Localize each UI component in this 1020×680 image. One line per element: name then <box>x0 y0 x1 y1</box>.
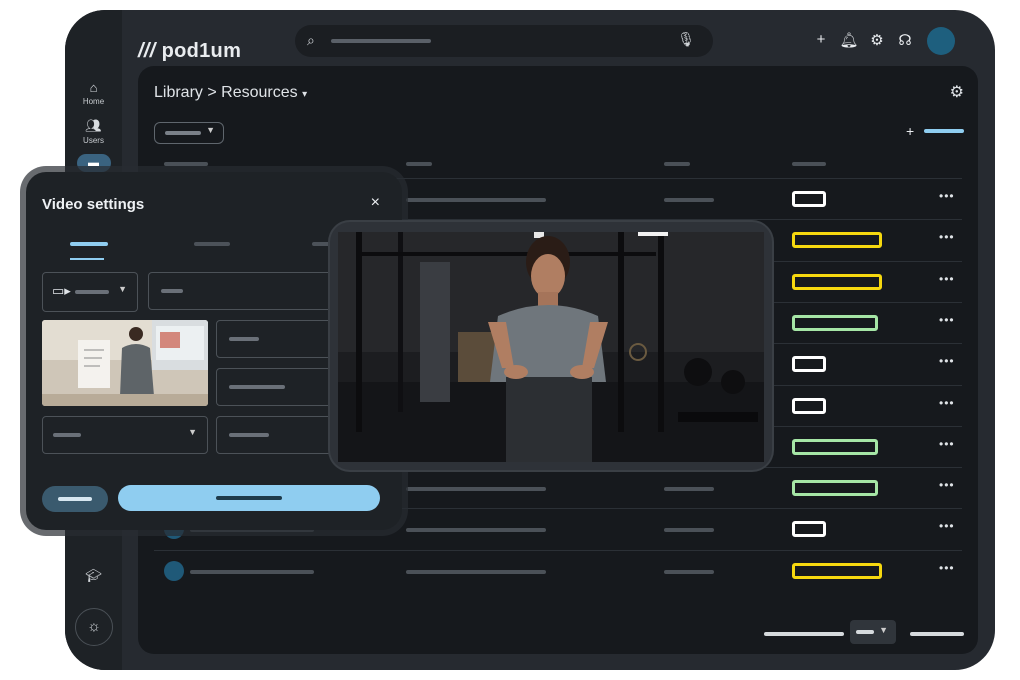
video-frame-image <box>338 232 764 462</box>
rows-per-page-value <box>856 630 874 634</box>
status-badge <box>792 314 878 331</box>
add-icon[interactable]: + <box>811 31 831 48</box>
chevron-down-icon: ▼ <box>188 427 197 437</box>
filter-dropdown[interactable]: ▼ <box>154 122 224 144</box>
cell-meta <box>664 569 714 574</box>
breadcrumb[interactable]: Library > Resources ▾ <box>154 84 307 102</box>
folder-icon: ▬ <box>76 154 111 172</box>
status-badge <box>792 232 882 249</box>
home-icon: ⌂ <box>89 80 98 95</box>
column-header[interactable] <box>164 162 208 166</box>
more-options-icon[interactable]: ••• <box>939 396 955 410</box>
row-avatar <box>164 560 184 581</box>
cancel-button[interactable] <box>42 486 108 512</box>
video-preview[interactable] <box>330 222 772 470</box>
status-badge <box>792 562 882 579</box>
sidebar-item-label: Users <box>83 136 104 145</box>
more-options-icon[interactable]: ••• <box>939 313 955 327</box>
status-badge <box>792 480 878 497</box>
gear-icon[interactable]: ⚙ <box>867 31 887 49</box>
cell-name <box>190 569 314 574</box>
breadcrumb-separator: > <box>207 84 217 101</box>
sidebar-item-users[interactable]: 👥︎ Users <box>65 118 122 145</box>
option-value <box>53 433 81 437</box>
rows-per-page-dropdown[interactable]: ▼ <box>850 620 896 644</box>
tab-2[interactable] <box>194 242 230 246</box>
bell-icon[interactable]: 🔔︎ <box>839 31 859 49</box>
pagination-info <box>764 632 844 636</box>
more-options-icon[interactable]: ••• <box>939 354 955 368</box>
close-icon[interactable]: × <box>371 194 380 212</box>
breadcrumb-current[interactable]: Resources <box>221 84 297 101</box>
camera-value <box>75 290 109 294</box>
cancel-button-label <box>58 497 92 501</box>
logo: /// pod1um <box>138 40 241 63</box>
search-bar[interactable]: ⌕ 🎙︎ <box>295 25 713 57</box>
status-badge <box>792 356 826 373</box>
avatar[interactable] <box>927 27 955 55</box>
cell-meta <box>664 487 714 492</box>
headset-icon[interactable]: ☊ <box>895 31 915 49</box>
option-dropdown[interactable]: ▼ <box>42 416 208 454</box>
input-value <box>229 433 269 437</box>
save-button-label <box>216 496 282 500</box>
dialog-title: Video settings <box>42 196 145 213</box>
more-options-icon[interactable]: ••• <box>939 519 955 533</box>
thumbnail-image <box>42 320 208 406</box>
logo-mark-icon: /// <box>138 40 156 62</box>
graduation-cap-icon[interactable]: 🎓︎ <box>65 568 122 584</box>
status-badge <box>792 273 882 290</box>
pagination-controls[interactable] <box>910 632 964 636</box>
column-header[interactable] <box>406 162 432 166</box>
video-thumbnail[interactable] <box>42 320 208 406</box>
cell-detail <box>406 528 546 533</box>
input-value <box>229 337 259 341</box>
column-header[interactable] <box>792 162 826 166</box>
column-header[interactable] <box>664 162 690 166</box>
settings-gear-icon[interactable]: ⚙ <box>950 82 964 102</box>
search-icon: ⌕ <box>307 32 315 48</box>
status-badge <box>792 397 826 414</box>
more-options-icon[interactable]: ••• <box>939 561 955 575</box>
sun-icon[interactable]: ☼ <box>75 608 113 646</box>
cell-meta <box>664 198 714 202</box>
cell-detail <box>406 569 546 574</box>
search-placeholder <box>331 39 431 43</box>
chevron-down-icon: ▼ <box>879 625 888 635</box>
cell-meta <box>664 528 714 533</box>
cell-detail <box>406 198 546 202</box>
save-button[interactable] <box>118 485 380 511</box>
more-options-icon[interactable]: ••• <box>939 230 955 244</box>
microphone-icon[interactable]: 🎙︎ <box>677 31 695 48</box>
input-value <box>229 385 285 389</box>
sidebar-item-label: Home <box>82 97 105 106</box>
status-badge <box>792 438 878 455</box>
camera-dropdown[interactable]: ▭▸ ▼ <box>42 272 138 312</box>
more-options-icon[interactable]: ••• <box>939 437 955 451</box>
breadcrumb-parent[interactable]: Library <box>154 84 203 101</box>
chevron-down-icon: ▼ <box>118 284 127 294</box>
sidebar-item-home[interactable]: ⌂ Home <box>65 80 122 106</box>
input-value <box>161 289 183 293</box>
cell-detail <box>406 487 546 492</box>
status-badge <box>792 191 826 207</box>
sidebar-item-library[interactable]: ▬ <box>65 154 122 172</box>
status-badge <box>792 521 826 538</box>
more-options-icon[interactable]: ••• <box>939 478 955 492</box>
add-resource-icon[interactable]: + <box>906 123 914 139</box>
users-icon: 👥︎ <box>85 118 102 133</box>
table-row[interactable]: ••• <box>154 549 962 591</box>
filter-value <box>165 131 201 135</box>
brand-name: pod1um <box>161 40 242 62</box>
chevron-down-icon: ▼ <box>206 125 215 135</box>
more-options-icon[interactable]: ••• <box>939 189 955 203</box>
add-resource-button[interactable] <box>924 129 964 133</box>
tab-1[interactable] <box>70 242 108 246</box>
tab-indicator <box>70 258 104 260</box>
more-options-icon[interactable]: ••• <box>939 272 955 286</box>
chevron-down-icon[interactable]: ▾ <box>302 89 307 100</box>
video-camera-icon: ▭▸ <box>52 283 71 298</box>
